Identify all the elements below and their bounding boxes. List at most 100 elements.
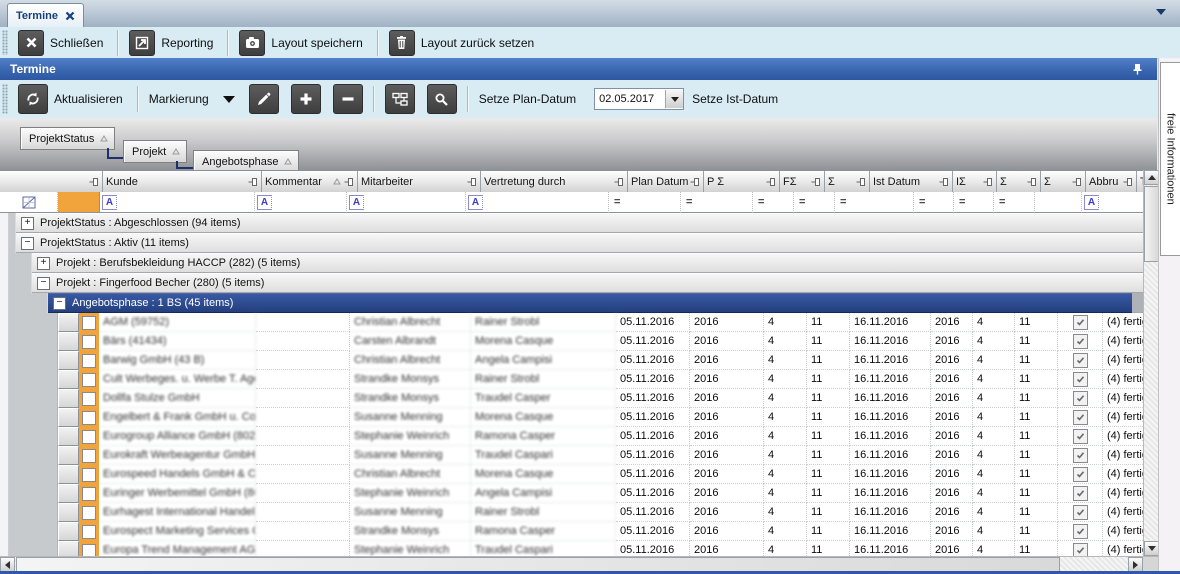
- filter-marker-cell[interactable]: [58, 192, 100, 213]
- cell-abbru[interactable]: [1058, 503, 1103, 522]
- cell-kommentar[interactable]: [256, 541, 350, 556]
- layout-save-button[interactable]: [239, 30, 265, 56]
- cell-mitarbeiter[interactable]: Strandke Monsys: [350, 370, 471, 389]
- row-indicator[interactable]: [58, 408, 79, 427]
- cell-i_monat[interactable]: 4: [973, 313, 1015, 332]
- filter-cell-kw[interactable]: =: [794, 192, 835, 213]
- cell-abbru[interactable]: [1058, 370, 1103, 389]
- cell-i_monat[interactable]: 4: [973, 465, 1015, 484]
- cell-plan_datum[interactable]: 05.11.2016: [616, 503, 690, 522]
- row-marker-cell[interactable]: [79, 465, 99, 484]
- cell-kunde[interactable]: AGM (59752): [99, 313, 256, 332]
- row-checkbox[interactable]: [82, 506, 96, 520]
- cell-f_monat[interactable]: 4: [764, 370, 807, 389]
- abbru-checkbox[interactable]: [1073, 391, 1088, 406]
- group-row[interactable]: −Angebotsphase : 1 BS (45 items): [0, 293, 1143, 313]
- cell-p_jahr[interactable]: 2016: [690, 389, 764, 408]
- cell-terminstatus[interactable]: (4) fertig verspätet: [1103, 465, 1143, 484]
- cell-abbru[interactable]: [1058, 332, 1103, 351]
- cell-i_kw[interactable]: 11: [1015, 351, 1058, 370]
- cell-kw[interactable]: 11: [807, 503, 850, 522]
- row-marker-cell[interactable]: [79, 503, 99, 522]
- cell-mitarbeiter[interactable]: Christian Albrecht: [350, 313, 471, 332]
- markierung-dropdown-arrow-icon[interactable]: [223, 96, 235, 103]
- cell-ist_datum[interactable]: 16.11.2016: [850, 332, 931, 351]
- scroll-down-button[interactable]: [1144, 541, 1159, 556]
- cell-ist_datum[interactable]: 16.11.2016: [850, 522, 931, 541]
- group-field-projektstatus[interactable]: ProjektStatus: [20, 127, 115, 150]
- cell-kommentar[interactable]: [256, 389, 350, 408]
- abbru-checkbox[interactable]: [1073, 315, 1088, 330]
- pin-icon[interactable]: [939, 177, 949, 187]
- cell-ist_datum[interactable]: 16.11.2016: [850, 370, 931, 389]
- filter-cell-kommentar[interactable]: A: [255, 192, 347, 213]
- pin-icon[interactable]: [983, 177, 993, 187]
- plan-datum-value[interactable]: 02.05.2017: [595, 93, 665, 105]
- cell-terminstatus[interactable]: (4) fertig verspätet: [1103, 370, 1143, 389]
- cell-i_kw[interactable]: 11: [1015, 484, 1058, 503]
- plan-datum-combobox[interactable]: 02.05.2017: [594, 88, 684, 110]
- vertical-scroll-thumb[interactable]: [1144, 186, 1159, 262]
- cell-kunde[interactable]: Eurokraft Werbeagentur GmbH (82): [99, 446, 256, 465]
- cell-i_monat[interactable]: 4: [973, 522, 1015, 541]
- row-marker-cell[interactable]: [79, 370, 99, 389]
- cell-i_kw[interactable]: 11: [1015, 370, 1058, 389]
- cell-terminstatus[interactable]: (4) fertig verspätet: [1103, 522, 1143, 541]
- cell-abbru[interactable]: [1058, 313, 1103, 332]
- table-row[interactable]: Eurokraft Werbeagentur GmbH (82) Susanne …: [0, 446, 1143, 465]
- cell-p_jahr[interactable]: 2016: [690, 446, 764, 465]
- pin-icon[interactable]: [1132, 63, 1143, 75]
- table-row[interactable]: Eurospeed Handels GmbH & CoChristian Alb…: [0, 465, 1143, 484]
- cell-mitarbeiter[interactable]: Susanne Menning: [350, 446, 471, 465]
- cell-kommentar[interactable]: [256, 503, 350, 522]
- cell-ist_datum[interactable]: 16.11.2016: [850, 408, 931, 427]
- reporting-button[interactable]: [129, 30, 155, 56]
- abbru-checkbox[interactable]: [1073, 467, 1088, 482]
- pin-icon[interactable]: [690, 177, 700, 187]
- cell-abbru[interactable]: [1058, 427, 1103, 446]
- row-checkbox[interactable]: [82, 392, 96, 406]
- cell-i_monat[interactable]: 4: [973, 427, 1015, 446]
- layout-reset-button[interactable]: [389, 30, 415, 56]
- row-marker-cell[interactable]: [79, 332, 99, 351]
- filter-cell-i_kw[interactable]: =: [994, 192, 1035, 213]
- cell-abbru[interactable]: [1058, 522, 1103, 541]
- pin-icon[interactable]: [89, 177, 99, 187]
- row-indicator[interactable]: [58, 351, 79, 370]
- cell-mitarbeiter[interactable]: Susanne Menning: [350, 503, 471, 522]
- row-checkbox[interactable]: [82, 354, 96, 368]
- group-row-bar[interactable]: +Projekt : Berufsbekleidung HACCP (282) …: [32, 253, 1143, 273]
- row-indicator[interactable]: [58, 389, 79, 408]
- pin-icon[interactable]: [766, 177, 776, 187]
- cell-abbru[interactable]: [1058, 541, 1103, 556]
- scroll-left-button[interactable]: [0, 557, 15, 572]
- cell-i_kw[interactable]: 11: [1015, 389, 1058, 408]
- cell-i_jahr[interactable]: 2016: [931, 408, 973, 427]
- cell-p_jahr[interactable]: 2016: [690, 541, 764, 556]
- cell-kommentar[interactable]: [256, 446, 350, 465]
- cell-kw[interactable]: 11: [807, 332, 850, 351]
- collapse-icon[interactable]: −: [53, 297, 66, 310]
- table-row[interactable]: Eurospect Marketing Services GmbHStrandk…: [0, 522, 1143, 541]
- cell-abbru[interactable]: [1058, 351, 1103, 370]
- row-checkbox[interactable]: [82, 411, 96, 425]
- tab-close-icon[interactable]: [65, 11, 75, 21]
- cell-f_monat[interactable]: 4: [764, 427, 807, 446]
- cell-kw[interactable]: 11: [807, 427, 850, 446]
- column-header-mitarbeiter[interactable]: Mitarbeiter: [358, 171, 481, 193]
- pin-icon[interactable]: [811, 177, 821, 187]
- cell-i_monat[interactable]: 4: [973, 351, 1015, 370]
- toolbar-grip[interactable]: [2, 84, 8, 114]
- cell-kw[interactable]: 11: [807, 465, 850, 484]
- filter-cell-plan_datum[interactable]: =: [609, 192, 681, 213]
- column-header-ist_datum[interactable]: Ist Datum: [870, 171, 953, 193]
- cell-mitarbeiter[interactable]: Carsten Albrandt: [350, 332, 471, 351]
- column-header-abbru[interactable]: Abbru: [1086, 171, 1137, 193]
- cell-i_jahr[interactable]: 2016: [931, 313, 973, 332]
- filter-cell-abbru[interactable]: [1035, 192, 1082, 213]
- row-indicator[interactable]: [58, 313, 79, 332]
- row-checkbox[interactable]: [82, 335, 96, 349]
- cell-kunde[interactable]: Eurospeed Handels GmbH & Co: [99, 465, 256, 484]
- table-row[interactable]: Engelbert & Frank GmbH u. Co KGSusanne M…: [0, 408, 1143, 427]
- cell-i_jahr[interactable]: 2016: [931, 465, 973, 484]
